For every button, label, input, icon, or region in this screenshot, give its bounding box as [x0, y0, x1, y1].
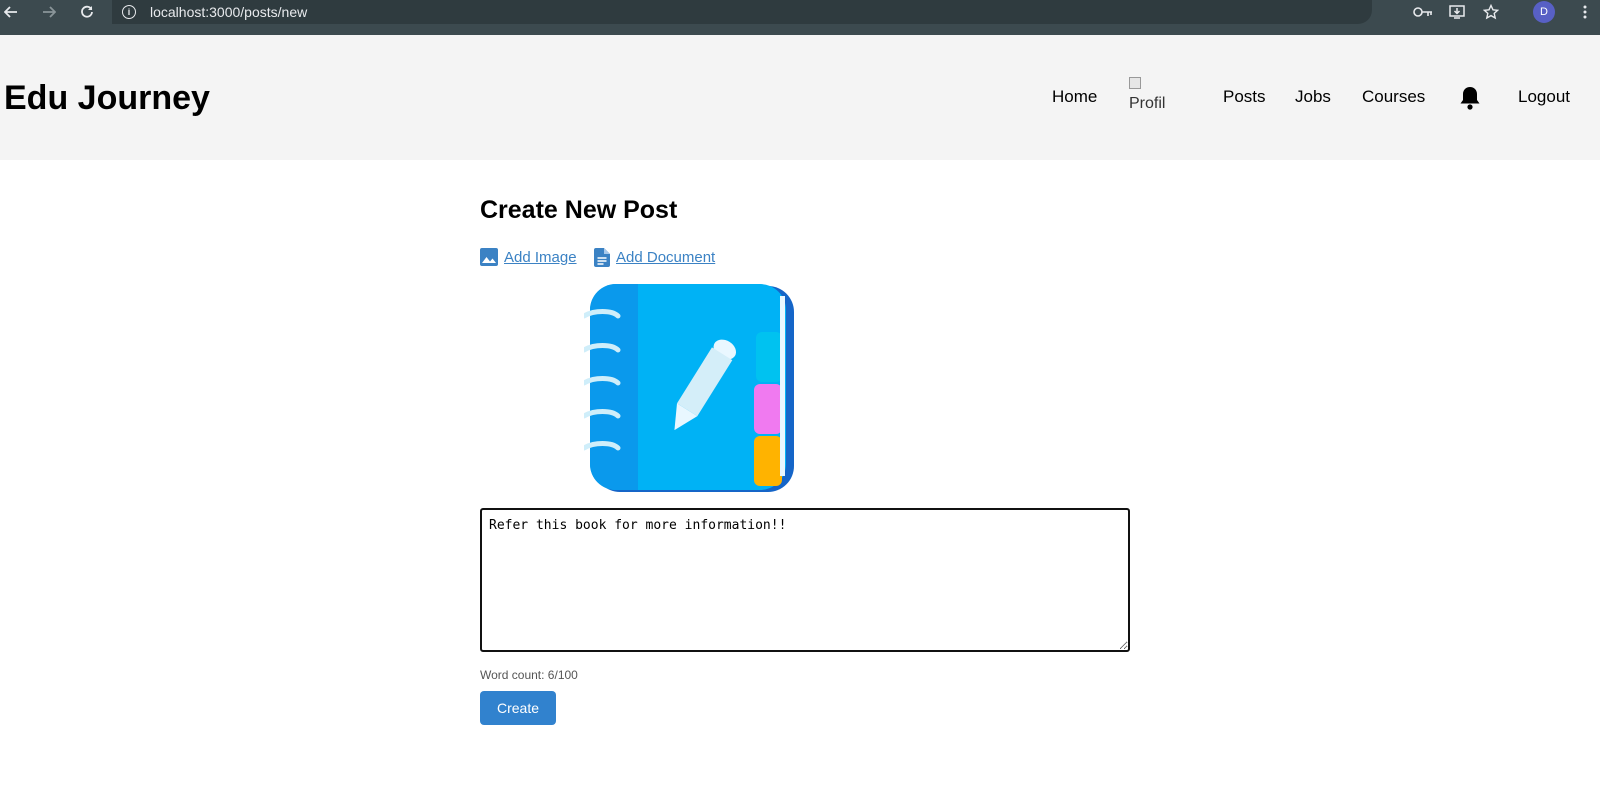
- main-nav: Home Profil Posts Jobs Courses Logout: [0, 35, 1600, 160]
- nav-home-link[interactable]: Home: [1052, 87, 1097, 107]
- add-document-label: Add Document: [616, 249, 716, 266]
- add-document-link[interactable]: Add Document: [594, 248, 715, 267]
- info-icon[interactable]: i: [122, 5, 136, 19]
- bell-icon[interactable]: [1458, 85, 1482, 111]
- install-icon[interactable]: [1446, 2, 1468, 22]
- more-vertical-icon[interactable]: [1574, 2, 1596, 22]
- word-count: Word count: 6/100: [480, 668, 578, 682]
- site-header: Edu Journey Home Profil Posts Jobs Cours…: [0, 35, 1600, 160]
- profile-image-alt: Profil: [1129, 95, 1166, 112]
- reload-icon[interactable]: [76, 0, 98, 24]
- nav-courses-link[interactable]: Courses: [1362, 87, 1425, 107]
- nav-jobs-link[interactable]: Jobs: [1295, 87, 1331, 107]
- forward-icon[interactable]: [38, 0, 60, 24]
- add-image-label: Add Image: [504, 248, 577, 266]
- back-icon[interactable]: [0, 0, 22, 24]
- key-icon[interactable]: [1412, 2, 1434, 22]
- browser-toolbar: i localhost:3000/posts/new D: [0, 0, 1600, 35]
- nav-posts-link[interactable]: Posts: [1223, 87, 1266, 107]
- image-icon: [480, 248, 498, 266]
- nav-logout-link[interactable]: Logout: [1518, 87, 1570, 107]
- document-icon: [594, 248, 610, 267]
- add-image-link[interactable]: Add Image: [480, 248, 577, 266]
- post-content-textarea[interactable]: Refer this book for more information!!: [480, 508, 1130, 652]
- profile-image[interactable]: Profil: [1129, 77, 1173, 113]
- create-button[interactable]: Create: [480, 691, 556, 725]
- broken-image-icon: [1129, 77, 1141, 89]
- browser-profile-avatar[interactable]: D: [1533, 1, 1555, 23]
- page-title: Create New Post: [480, 196, 678, 224]
- uploaded-image-preview: [581, 282, 796, 496]
- star-icon[interactable]: [1480, 2, 1502, 22]
- address-bar[interactable]: i localhost:3000/posts/new: [112, 0, 1372, 24]
- url-text: localhost:3000/posts/new: [150, 4, 308, 20]
